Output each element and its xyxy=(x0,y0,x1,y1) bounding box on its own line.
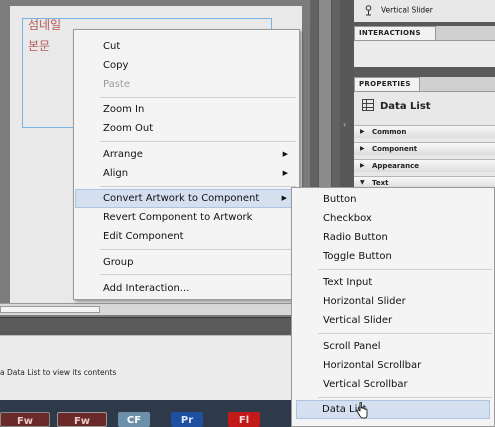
section-label: Text xyxy=(372,179,389,187)
menu-item-paste[interactable]: Paste xyxy=(75,75,298,94)
context-menu: Cut Copy Paste Zoom In Zoom Out Arrange ▶… xyxy=(73,29,300,300)
menu-item-zoom-in[interactable]: Zoom In xyxy=(75,100,298,119)
properties-title: Data List xyxy=(362,99,431,112)
section-component[interactable]: ▶ Component xyxy=(354,142,495,155)
submenu-item-scroll-panel[interactable]: Scroll Panel xyxy=(293,337,493,356)
menu-separator xyxy=(100,249,296,250)
menu-separator xyxy=(100,274,296,275)
tab-interactions[interactable]: INTERACTIONS xyxy=(354,26,436,40)
expand-arrow-icon: ▶ xyxy=(360,162,365,169)
menu-item-cut[interactable]: Cut xyxy=(75,37,298,56)
menu-item-label: Arrange xyxy=(103,149,143,160)
section-label: Component xyxy=(372,145,418,153)
menu-item-align[interactable]: Align ▶ xyxy=(75,164,298,183)
submenu-item-text-input[interactable]: Text Input xyxy=(293,273,493,292)
artboard-thumbnail-text[interactable]: 섬네일 xyxy=(28,16,61,33)
submenu-arrow-icon: ▶ xyxy=(282,169,288,177)
menu-separator xyxy=(318,269,492,270)
section-common[interactable]: ▶ Common xyxy=(354,125,495,138)
properties-title-label: Data List xyxy=(380,101,431,112)
submenu-arrow-icon: ▶ xyxy=(282,150,288,158)
menu-item-add-interaction[interactable]: Add Interaction... xyxy=(75,279,298,298)
bottom-hint-text: a Data List to view its contents xyxy=(0,368,117,377)
components-list: Vertical Slider xyxy=(354,0,495,22)
data-list-icon xyxy=(362,99,374,111)
submenu-item-checkbox[interactable]: Checkbox xyxy=(293,209,493,228)
taskbar-flash[interactable]: Fl xyxy=(228,412,260,427)
menu-separator xyxy=(100,97,296,98)
section-label: Common xyxy=(372,128,407,136)
vertical-slider-icon xyxy=(365,5,372,16)
submenu-item-toggle-button[interactable]: Toggle Button xyxy=(293,247,493,266)
submenu-item-radio-button[interactable]: Radio Button xyxy=(293,228,493,247)
convert-submenu: Button Checkbox Radio Button Toggle Butt… xyxy=(291,187,495,427)
component-item-label: Vertical Slider xyxy=(381,5,433,15)
menu-item-group[interactable]: Group xyxy=(75,253,298,272)
interactions-body xyxy=(354,41,495,67)
menu-item-convert-artwork[interactable]: Convert Artwork to Component ▶ xyxy=(75,189,298,208)
menu-separator xyxy=(100,186,296,187)
submenu-item-horizontal-slider[interactable]: Horizontal Slider xyxy=(293,292,493,311)
menu-item-label: Align xyxy=(103,168,129,179)
taskbar-coldfusion[interactable]: CF xyxy=(118,412,150,427)
menu-separator xyxy=(100,141,296,142)
taskbar-fireworks-2[interactable]: Fw xyxy=(57,412,107,427)
menu-item-edit-component[interactable]: Edit Component xyxy=(75,227,298,246)
tab-properties[interactable]: PROPERTIES xyxy=(354,77,420,91)
taskbar-premiere[interactable]: Pr xyxy=(171,412,203,427)
menu-item-copy[interactable]: Copy xyxy=(75,56,298,75)
submenu-item-vertical-scrollbar[interactable]: Vertical Scrollbar xyxy=(293,375,493,394)
collapse-handle-icon[interactable]: ‹ xyxy=(343,120,346,129)
component-item-vertical-slider[interactable]: Vertical Slider xyxy=(364,5,433,16)
scroll-thumb[interactable] xyxy=(0,306,100,313)
submenu-item-button[interactable]: Button xyxy=(293,190,493,209)
menu-item-label: Convert Artwork to Component xyxy=(103,193,260,204)
menu-item-arrange[interactable]: Arrange ▶ xyxy=(75,145,298,164)
section-label: Appearance xyxy=(372,162,419,170)
expand-arrow-icon: ▶ xyxy=(360,128,365,135)
menu-separator xyxy=(318,333,492,334)
menu-item-zoom-out[interactable]: Zoom Out xyxy=(75,119,298,138)
menu-separator xyxy=(318,397,492,398)
hand-cursor-icon xyxy=(356,402,368,419)
submenu-item-data-list[interactable]: Data List xyxy=(296,400,490,419)
horizontal-scrollbar[interactable] xyxy=(0,303,310,315)
menu-item-revert-component[interactable]: Revert Component to Artwork xyxy=(75,208,298,227)
expand-arrow-icon: ▶ xyxy=(360,145,365,152)
submenu-arrow-icon: ▶ xyxy=(281,194,287,202)
taskbar-fireworks-1[interactable]: Fw xyxy=(0,412,50,427)
section-appearance[interactable]: ▶ Appearance xyxy=(354,159,495,172)
submenu-item-horizontal-scrollbar[interactable]: Horizontal Scrollbar xyxy=(293,356,493,375)
artboard-body-text[interactable]: 본문 xyxy=(28,37,50,54)
submenu-item-vertical-slider[interactable]: Vertical Slider xyxy=(293,311,493,330)
